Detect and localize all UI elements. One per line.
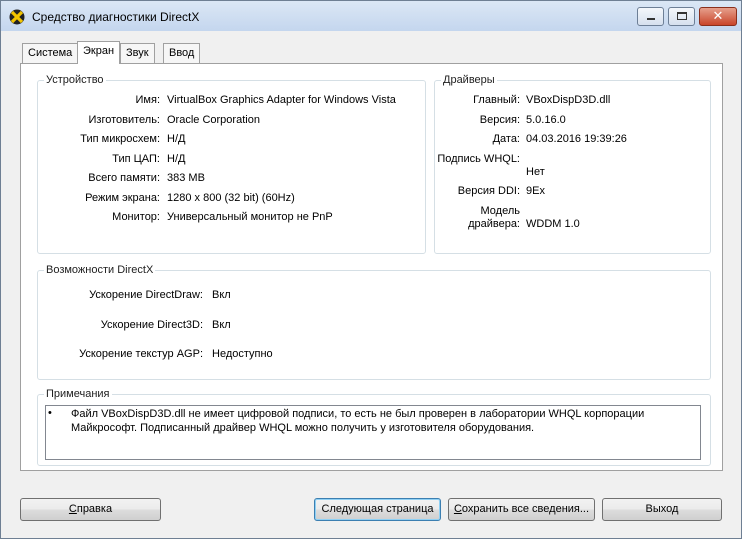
save-button-access-key: С	[453, 503, 462, 515]
total-memory-label: Всего памяти:	[88, 172, 160, 184]
notes-group-title: Примечания	[44, 388, 112, 400]
close-icon: ✕	[712, 8, 724, 23]
monitor-value: Универсальный монитор не PnP	[167, 211, 333, 223]
driver-date-value: 04.03.2016 19:39:26	[526, 133, 627, 145]
dac-type-value: Н/Д	[167, 153, 186, 165]
agp-texture-acceleration-value: Недоступно	[212, 348, 273, 360]
chip-type-value: Н/Д	[167, 133, 186, 145]
tab-label: Система	[28, 47, 73, 59]
next-page-button[interactable]: Следующая страница	[314, 498, 441, 521]
main-driver-label: Главный:	[473, 94, 520, 106]
main-driver-value: VBoxDispD3D.dll	[526, 94, 611, 106]
exit-button-label: Выход	[645, 503, 679, 515]
driver-version-value: 5.0.16.0	[526, 114, 566, 126]
tab-label: Звук	[126, 47, 149, 59]
minimize-button[interactable]	[637, 7, 664, 26]
display-mode-label: Режим экрана:	[85, 192, 160, 204]
whql-label: Подпись WHQL:	[437, 153, 520, 165]
chip-type-label: Тип микросхем:	[80, 133, 160, 145]
save-all-info-button[interactable]: Сохранить все сведения...	[448, 498, 595, 521]
tab-sound[interactable]: Звук	[120, 43, 155, 63]
maximize-button[interactable]	[668, 7, 695, 26]
total-memory-value: 383 MB	[167, 172, 205, 184]
tab-label: Экран	[83, 45, 115, 57]
next-page-button-label: Следующая страница	[321, 503, 434, 515]
help-button-access-key: С	[68, 503, 77, 515]
device-group-title: Устройство	[44, 74, 106, 86]
driver-version-label: Версия:	[479, 114, 520, 126]
dac-type-label: Тип ЦАП:	[112, 153, 160, 165]
direct3d-acceleration-value: Вкл	[212, 319, 231, 331]
manufacturer-label: Изготовитель:	[88, 114, 161, 126]
ddi-version-label: Версия DDI:	[457, 185, 520, 197]
driver-date-label: Дата:	[492, 133, 520, 145]
maximize-icon	[677, 12, 687, 20]
display-mode-value: 1280 x 800 (32 bit) (60Hz)	[167, 192, 295, 204]
direct3d-acceleration-label: Ускорение Direct3D:	[100, 319, 203, 331]
directx-diagnostic-window: Средство диагностики DirectX ✕ Система Э…	[0, 0, 742, 539]
minimize-icon	[647, 18, 655, 20]
note-line: Майкрософт. Подписанный драйвер WHQL мож…	[71, 422, 535, 434]
save-all-info-button-label: охранить все сведения...	[461, 503, 590, 515]
note-line: Файл VBoxDispD3D.dll не имеет цифровой п…	[71, 408, 645, 420]
device-group: Устройство	[37, 74, 426, 254]
close-button[interactable]: ✕	[699, 7, 737, 26]
driver-model-label-line1: Модель	[480, 205, 520, 217]
note-bullet: •	[48, 407, 52, 419]
driver-model-label-line2: драйвера:	[468, 218, 520, 230]
help-button-label: правка	[76, 503, 113, 515]
notes-text-area[interactable]: • Файл VBoxDispD3D.dll не имеет цифровой…	[45, 405, 701, 460]
tab-system[interactable]: Система	[22, 43, 79, 63]
manufacturer-value: Oracle Corporation	[167, 114, 260, 126]
help-button[interactable]: Справка	[20, 498, 161, 521]
device-name-value: VirtualBox Graphics Adapter for Windows …	[167, 94, 396, 106]
drivers-group-title: Драйверы	[441, 74, 497, 86]
features-group-title: Возможности DirectX	[44, 264, 156, 276]
directx-icon	[9, 9, 25, 25]
exit-button[interactable]: Выход	[602, 498, 722, 521]
tab-display[interactable]: Экран	[77, 41, 121, 64]
tab-label: Ввод	[169, 47, 195, 59]
window-title: Средство диагностики DirectX	[32, 10, 200, 24]
monitor-label: Монитор:	[112, 211, 160, 223]
driver-model-value: WDDM 1.0	[526, 218, 580, 230]
title-bar[interactable]: Средство диагностики DirectX ✕	[1, 1, 741, 31]
device-name-label: Имя:	[135, 94, 160, 106]
tab-input[interactable]: Ввод	[163, 43, 201, 63]
agp-texture-acceleration-label: Ускорение текстур AGP:	[79, 348, 203, 360]
directdraw-acceleration-value: Вкл	[212, 289, 231, 301]
directdraw-acceleration-label: Ускорение DirectDraw:	[89, 289, 203, 301]
ddi-version-value: 9Ex	[526, 185, 545, 197]
whql-value: Нет	[526, 166, 545, 178]
